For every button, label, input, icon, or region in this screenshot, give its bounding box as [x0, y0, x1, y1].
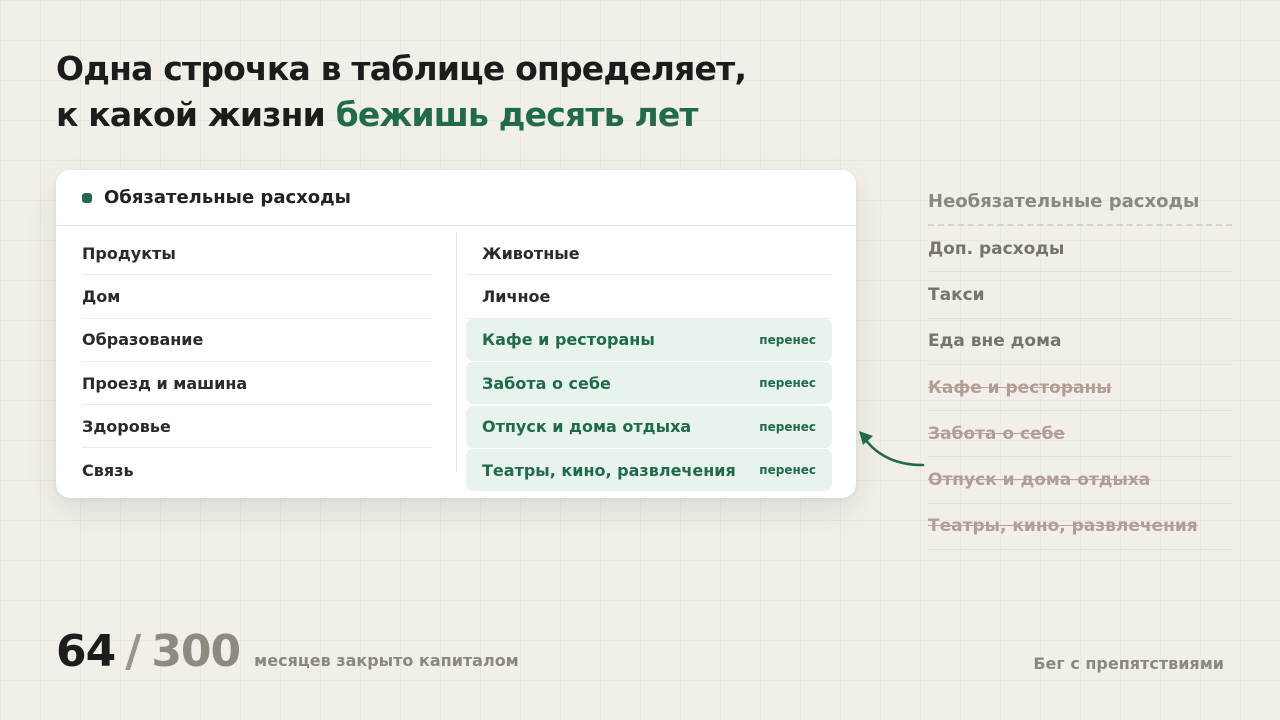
moved-item-label: Забота о себе: [482, 373, 611, 393]
brand-label: Бег с препятствиями: [1033, 654, 1224, 673]
page-headline: Одна строчка в таблице определяет, к как…: [56, 46, 747, 138]
list-item: Такси: [928, 272, 1232, 319]
card-title: Обязательные расходы: [104, 187, 351, 208]
moved-list-item: Театры, кино, развлечения перенес: [466, 449, 832, 492]
list-item: Еда вне дома: [928, 319, 1232, 365]
card-header: Обязательные расходы: [56, 170, 856, 226]
struck-list-item: Театры, кино, развлечения: [928, 504, 1232, 551]
struck-list-item: Отпуск и дома отдыха: [928, 457, 1232, 504]
list-item: Животные: [466, 232, 832, 276]
headline-line-1: Одна строчка в таблице определяет,: [56, 49, 747, 88]
mandatory-expenses-card: Обязательные расходы Продукты Дом Образо…: [56, 170, 856, 498]
months-total: 300: [151, 626, 241, 677]
list-item: Доп. расходы: [928, 226, 1232, 273]
capital-counter: 64 / 300 месяцев закрыто капиталом: [56, 626, 519, 677]
headline-line-2-accent: бежишь десять лет: [335, 95, 699, 134]
column-divider: [456, 232, 457, 472]
moved-tag: перенес: [759, 463, 816, 478]
counter-caption: месяцев закрыто капиталом: [254, 651, 519, 670]
optional-expenses-list: Необязательные расходы Доп. расходы Такс…: [928, 178, 1232, 551]
moved-list-item: Отпуск и дома отдыха перенес: [466, 405, 832, 448]
list-item: Образование: [82, 319, 432, 362]
moved-item-label: Кафе и рестораны: [482, 330, 655, 350]
counter-separator: /: [125, 626, 142, 677]
list-item: Дом: [82, 275, 432, 319]
optional-expenses-title: Необязательные расходы: [928, 178, 1232, 226]
moved-tag: перенес: [759, 376, 816, 391]
struck-list-item: Кафе и рестораны: [928, 365, 1232, 412]
optional-items: Доп. расходы Такси Еда вне дома Кафе и р…: [928, 226, 1232, 551]
moved-tag: перенес: [759, 332, 816, 347]
mandatory-list-right: Животные Личное Кафе и рестораны перенес…: [466, 232, 846, 493]
mandatory-list-left: Продукты Дом Образование Проезд и машина…: [82, 232, 432, 492]
months-closed-count: 64: [56, 626, 116, 677]
list-item: Продукты: [82, 232, 432, 276]
list-item: Личное: [466, 275, 832, 319]
list-item: Связь: [82, 460, 134, 480]
moved-tag: перенес: [759, 419, 816, 434]
moved-item-label: Отпуск и дома отдыха: [482, 417, 692, 437]
moved-list-item: Забота о себе перенес: [466, 362, 832, 405]
moved-item-label: Театры, кино, развлечения: [482, 460, 736, 480]
curved-arrow-icon: [859, 431, 925, 467]
struck-list-item: Забота о себе: [928, 411, 1232, 458]
moved-list-item: Кафе и рестораны перенес: [466, 318, 832, 361]
headline-line-2-plain: к какой жизни: [56, 95, 336, 134]
list-item: Проезд и машина: [82, 362, 432, 406]
list-item: Здоровье: [82, 405, 432, 449]
square-dot-icon: [82, 192, 92, 203]
